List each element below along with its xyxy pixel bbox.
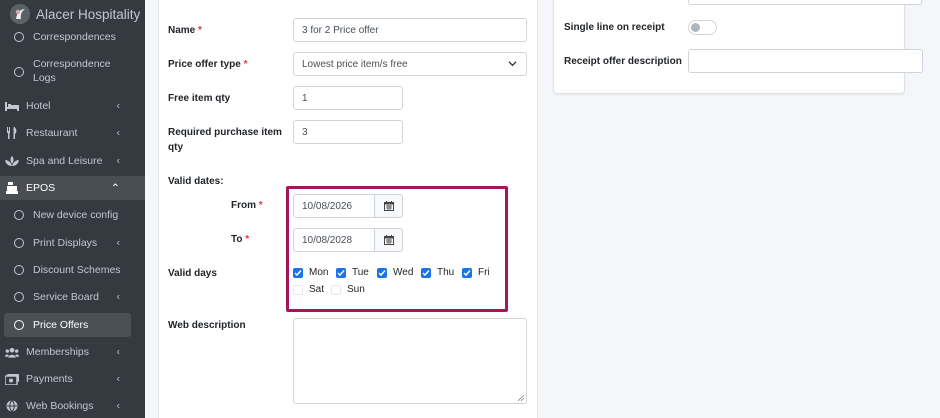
sidebar-item-epos[interactable]: EPOS ⌃: [0, 176, 145, 200]
sidebar-item-restaurant[interactable]: Restaurant ‹: [0, 123, 145, 143]
chevron-left-icon: ‹: [116, 127, 120, 139]
name-label: Name *: [168, 25, 202, 36]
circle-icon: [14, 292, 24, 302]
bed-icon: [5, 100, 19, 112]
chevron-up-icon: ⌃: [110, 182, 120, 195]
free-qty-input[interactable]: 1: [293, 86, 403, 110]
sidebar-item-label: Price Offers: [33, 319, 89, 331]
web-description-label: Web description: [168, 320, 246, 331]
sidebar-item-memberships[interactable]: Memberships ‹: [0, 342, 145, 362]
valid-days-label: Valid days: [168, 268, 217, 279]
sidebar-item-correspondence-logs[interactable]: Correspondence Logs: [0, 57, 145, 87]
circle-icon: [14, 265, 24, 275]
sidebar-item-label: Correspondence Logs: [33, 58, 111, 84]
sidebar-item-payments[interactable]: Payments ‹: [0, 369, 145, 389]
sidebar-item-new-device-config[interactable]: New device config: [0, 205, 145, 225]
globe-icon: [5, 400, 19, 412]
valid-dates-label: Valid dates:: [168, 176, 224, 187]
partial-top-input[interactable]: [688, 0, 922, 5]
brand[interactable]: Alacer Hospitality: [0, 0, 145, 28]
chevron-left-icon: ‹: [116, 100, 120, 112]
sidebar-item-label: Payments: [26, 373, 73, 385]
to-label: To *: [231, 234, 250, 245]
receipt-description-input[interactable]: [688, 49, 923, 73]
chevron-left-icon: ‹: [116, 237, 120, 249]
users-icon: [5, 346, 19, 358]
resize-handle-icon[interactable]: [518, 395, 524, 401]
chevron-left-icon: ‹: [116, 400, 120, 412]
single-line-toggle[interactable]: [688, 20, 717, 35]
sidebar-item-print-displays[interactable]: Print Displays ‹: [0, 233, 145, 253]
sidebar-item-label: Restaurant: [26, 127, 78, 139]
single-line-label: Single line on receipt: [564, 22, 665, 33]
sidebar-item-label: Print Displays: [33, 237, 98, 249]
chevron-down-icon: [508, 61, 517, 67]
sidebar: Alacer Hospitality Correspondences Corre…: [0, 0, 145, 418]
chevron-left-icon: ‹: [116, 291, 120, 303]
sidebar-item-label: Discount Schemes: [33, 264, 121, 276]
offer-type-label: Price offer type *: [168, 59, 248, 70]
receipt-description-label: Receipt offer description: [564, 56, 682, 67]
from-label: From *: [231, 200, 263, 211]
sidebar-item-label: Memberships: [26, 346, 90, 358]
sidebar-item-label: Spa and Leisure: [26, 155, 103, 167]
circle-icon: [14, 67, 24, 77]
spa-icon: [5, 155, 19, 167]
sidebar-item-discount-schemes[interactable]: Discount Schemes: [0, 260, 145, 280]
cash-register-icon: [5, 182, 19, 194]
sidebar-item-label: Web Bookings: [26, 400, 94, 412]
money-icon: [5, 373, 19, 385]
brand-logo: [10, 4, 30, 24]
circle-icon: [14, 32, 24, 42]
sidebar-item-web-bookings[interactable]: Web Bookings ‹: [0, 396, 145, 416]
sidebar-item-label: Service Board: [33, 291, 99, 303]
sidebar-item-service-board[interactable]: Service Board ‹: [0, 287, 145, 307]
utensils-icon: [5, 127, 19, 139]
brand-name: Alacer Hospitality: [36, 6, 141, 22]
offer-type-select[interactable]: Lowest price item/s free: [293, 52, 527, 76]
sidebar-item-label: EPOS: [26, 182, 56, 194]
name-input[interactable]: 3 for 2 Price offer: [293, 18, 527, 42]
sidebar-item-hotel[interactable]: Hotel ‹: [0, 96, 145, 116]
chevron-left-icon: ‹: [116, 373, 120, 385]
sidebar-item-spa-and-leisure[interactable]: Spa and Leisure ‹: [0, 151, 145, 171]
circle-icon: [14, 210, 24, 220]
circle-icon: [14, 320, 24, 330]
sidebar-item-label: New device config: [33, 209, 119, 221]
highlight-box: [286, 186, 508, 312]
sidebar-item-label: Hotel: [26, 100, 51, 112]
chevron-left-icon: ‹: [116, 346, 120, 358]
sidebar-item-price-offers[interactable]: Price Offers: [4, 313, 131, 337]
web-description-textarea[interactable]: [293, 318, 527, 404]
receipt-settings-card: [553, 0, 905, 94]
free-qty-label: Free item qty: [168, 93, 231, 104]
chevron-left-icon: ‹: [116, 155, 120, 167]
required-qty-input[interactable]: 3: [293, 120, 403, 144]
sidebar-item-label: Correspondences: [33, 31, 116, 43]
circle-icon: [14, 238, 24, 248]
required-qty-label: Required purchase item qty: [168, 127, 282, 153]
offer-type-value: Lowest price item/s free: [302, 58, 408, 70]
toggle-knob: [691, 23, 700, 32]
sidebar-item-correspondences[interactable]: Correspondences: [0, 28, 145, 46]
